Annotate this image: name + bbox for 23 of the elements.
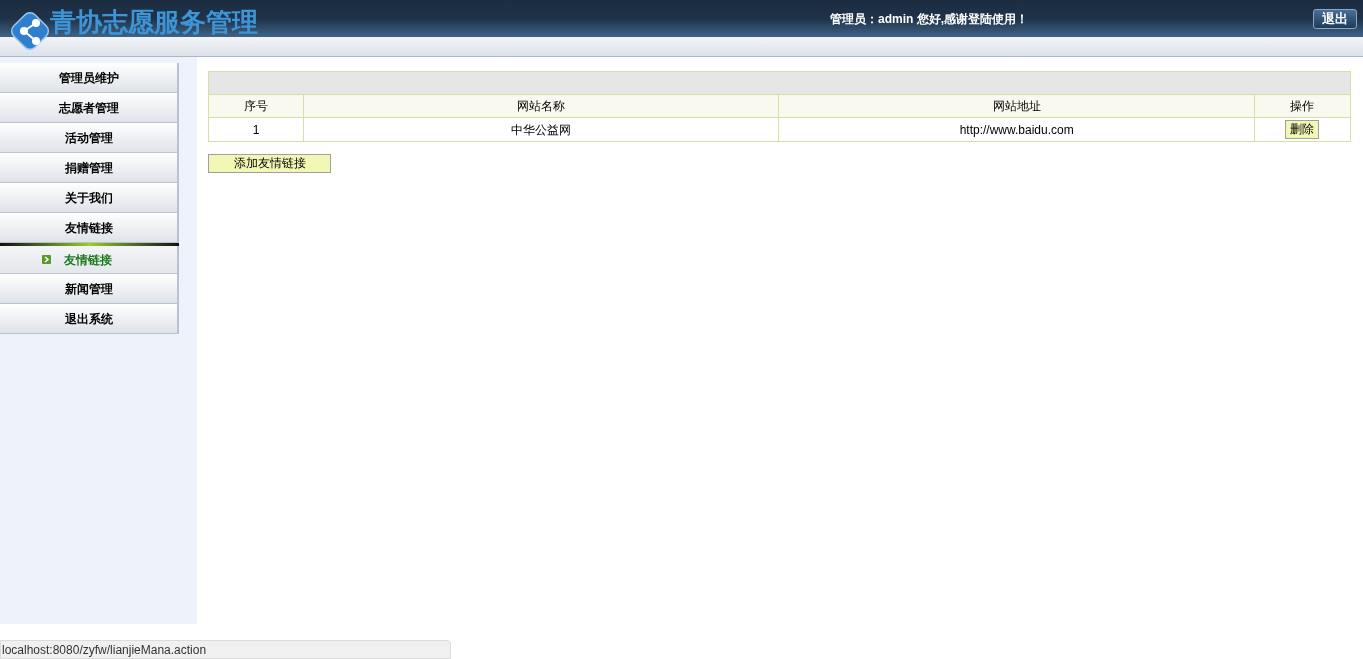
sidebar-submenu-item[interactable]: 友情链接 xyxy=(0,246,179,274)
sidebar-menu-item[interactable]: 捐赠管理 xyxy=(0,153,179,183)
sidebar-menu-item[interactable]: 志愿者管理 xyxy=(0,93,179,123)
sidebar-menu-item[interactable]: 活动管理 xyxy=(0,123,179,153)
add-link-button[interactable]: 添加友情链接 xyxy=(208,154,331,173)
delete-button[interactable]: 删除 xyxy=(1285,120,1320,139)
column-header: 网站地址 xyxy=(779,94,1255,118)
table-cell: http://www.baidu.com xyxy=(779,117,1255,142)
greeting-text: 管理员：admin 您好,感谢登陆使用！ xyxy=(830,11,1028,28)
logout-button[interactable]: 退出 xyxy=(1313,9,1357,29)
arrow-bullet-icon xyxy=(42,255,51,264)
table-cell: 中华公益网 xyxy=(303,117,779,142)
sidebar-menu-item[interactable]: 退出系统 xyxy=(0,304,179,334)
status-bar-url: localhost:8080/zyfw/lianjieMana.action xyxy=(0,640,451,659)
sidebar-menu-item[interactable]: 关于我们 xyxy=(0,183,179,213)
sidebar-menu-item[interactable]: 友情链接 xyxy=(0,213,179,243)
column-header: 序号 xyxy=(208,94,304,118)
sidebar-menu-item[interactable]: 管理员维护 xyxy=(0,63,179,93)
column-header: 操作 xyxy=(1254,94,1351,118)
column-header: 网站名称 xyxy=(303,94,779,118)
sidebar-menu-item[interactable]: 新闻管理 xyxy=(0,274,179,304)
table-cell: 1 xyxy=(208,117,304,142)
app-title: 青协志愿服务管理 xyxy=(50,7,258,37)
